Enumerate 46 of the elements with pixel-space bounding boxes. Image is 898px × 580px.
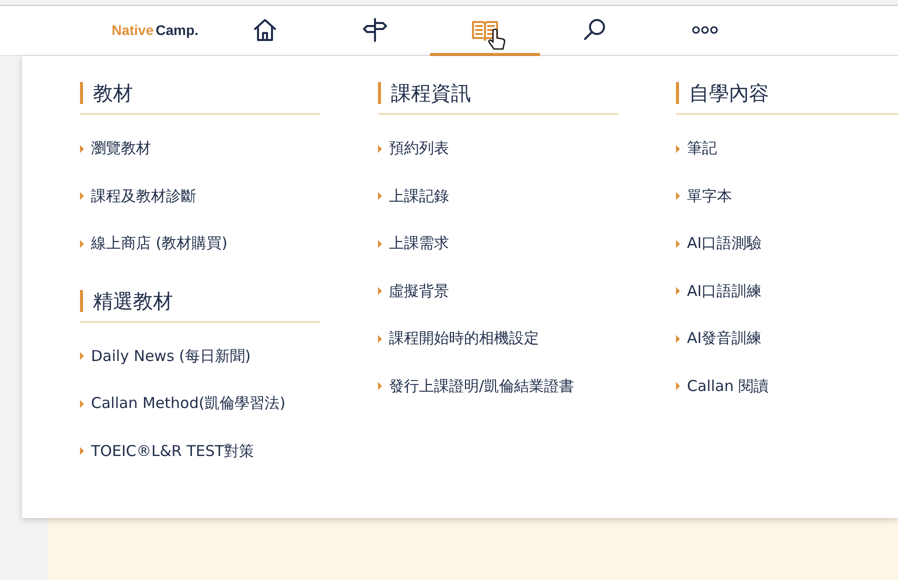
menu-link[interactable]: 課程及教材診斷 — [80, 172, 320, 220]
menu-link[interactable]: AI口語測驗 — [676, 220, 898, 268]
caret-icon — [676, 144, 680, 153]
menu-link[interactable]: 預約列表 — [378, 125, 618, 172]
menu-link[interactable]: 上課記錄 — [378, 172, 618, 220]
menu-link[interactable]: 課程開始時的相機設定 — [378, 315, 618, 362]
search-icon[interactable] — [582, 16, 608, 42]
menu-link[interactable]: 單字本 — [676, 172, 898, 220]
section-heading: 課程資訊 — [378, 82, 618, 104]
caret-icon — [80, 192, 84, 200]
menu-link[interactable]: 上課需求 — [378, 220, 618, 268]
menu-link[interactable]: Daily News (每日新聞) — [80, 332, 320, 380]
section-heading: 教材 — [80, 82, 320, 104]
menu-link[interactable]: 筆記 — [676, 125, 898, 172]
home-icon[interactable] — [252, 16, 278, 42]
menu-link[interactable]: Callan 閱讀 — [676, 362, 898, 410]
caret-icon — [676, 287, 680, 296]
menu-link[interactable]: 虛擬背景 — [378, 268, 618, 315]
more-icon[interactable] — [691, 24, 719, 34]
caret-icon — [378, 334, 382, 343]
caret-icon — [378, 240, 382, 248]
caret-icon — [676, 382, 680, 390]
section-heading: 精選教材 — [80, 290, 320, 312]
caret-icon — [378, 144, 382, 153]
caret-icon — [378, 192, 382, 200]
caret-icon — [676, 334, 680, 343]
caret-icon — [378, 382, 382, 390]
menu-link[interactable]: 瀏覽教材 — [80, 125, 320, 172]
caret-icon — [80, 144, 84, 153]
caret-icon — [676, 192, 680, 200]
caret-icon — [378, 287, 382, 296]
caret-icon — [80, 352, 84, 360]
section-heading: 自學內容 — [676, 82, 898, 104]
cursor-icon — [488, 28, 506, 52]
caret-icon — [80, 240, 84, 248]
menu-link[interactable]: AI發音訓練 — [676, 315, 898, 362]
logo[interactable]: NativeCamp. — [112, 22, 198, 38]
caret-icon — [676, 240, 680, 248]
menu-link[interactable]: 發行上課證明/凱倫結業證書 — [378, 362, 618, 410]
menu-link[interactable]: 線上商店 (教材購買) — [80, 220, 320, 268]
menu-link[interactable]: Callan Method(凱倫學習法) — [80, 380, 320, 428]
caret-icon — [80, 400, 84, 408]
signpost-icon[interactable] — [362, 16, 388, 42]
caret-icon — [80, 447, 84, 456]
menu-link[interactable]: TOEIC®L&R TEST對策 — [80, 428, 320, 475]
menu-link[interactable]: AI口語訓練 — [676, 268, 898, 315]
